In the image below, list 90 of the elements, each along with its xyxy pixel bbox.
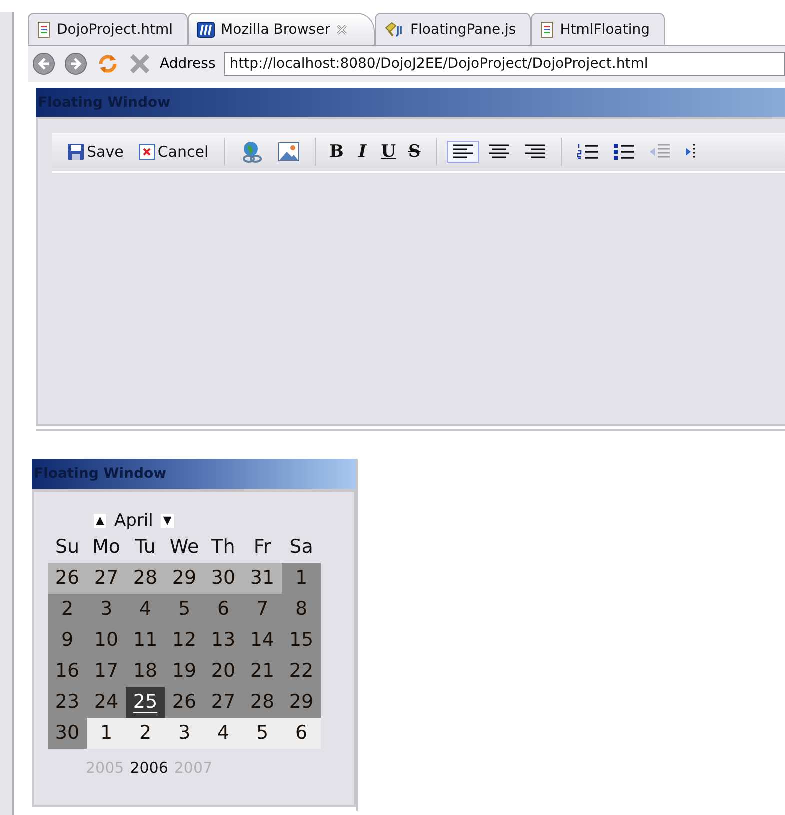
back-button[interactable] xyxy=(32,52,56,76)
calendar-day[interactable]: 1 xyxy=(282,563,321,594)
window-title: Floating Window xyxy=(32,459,356,489)
underline-button[interactable]: U xyxy=(378,139,400,165)
calendar-day[interactable]: 23 xyxy=(48,687,87,718)
calendar-day[interactable]: 12 xyxy=(165,625,204,656)
close-icon xyxy=(336,24,348,36)
weekday-label: Su xyxy=(54,535,81,560)
calendar-day[interactable]: 24 xyxy=(87,687,126,718)
tab-label: HtmlFloating xyxy=(560,22,650,38)
calendar-day[interactable]: 29 xyxy=(165,563,204,594)
tab-label: FloatingPane.js xyxy=(410,22,516,38)
calendar-day[interactable]: 8 xyxy=(282,594,321,625)
image-icon xyxy=(278,142,300,162)
editor-tab[interactable]: HtmlFloating xyxy=(531,13,666,45)
weekday-label: Tu xyxy=(134,535,157,560)
back-icon xyxy=(32,52,56,76)
calendar-day[interactable]: 10 xyxy=(87,625,126,656)
align-left-button[interactable] xyxy=(446,141,479,163)
browser-icon xyxy=(197,22,216,38)
weekday-label: We xyxy=(168,535,200,560)
calendar-day[interactable]: 11 xyxy=(126,625,165,656)
calendar-day[interactable]: 4 xyxy=(204,718,243,749)
calendar-day[interactable]: 15 xyxy=(282,625,321,656)
forward-icon xyxy=(64,52,88,76)
calendar-day[interactable]: 28 xyxy=(126,563,165,594)
window-title: Floating Window xyxy=(36,88,785,117)
calendar-day[interactable]: 18 xyxy=(126,656,165,687)
forward-button[interactable] xyxy=(64,52,88,76)
calendar-day[interactable]: 25 xyxy=(126,687,165,718)
calendar-day[interactable]: 27 xyxy=(87,563,126,594)
align-left-icon xyxy=(452,144,474,160)
calendar-day[interactable]: 29 xyxy=(282,687,321,718)
calendar-day[interactable]: 6 xyxy=(204,594,243,625)
document-icon xyxy=(540,22,554,38)
stop-icon xyxy=(128,52,152,76)
calendar-day[interactable]: 1 xyxy=(87,718,126,749)
weekday-label: Sa xyxy=(288,535,314,560)
save-button[interactable]: Save xyxy=(62,140,129,164)
calendar-day[interactable]: 30 xyxy=(204,563,243,594)
calendar-day[interactable]: 3 xyxy=(165,718,204,749)
calendar-day[interactable]: 7 xyxy=(243,594,282,625)
calendar-day[interactable]: 17 xyxy=(87,656,126,687)
cancel-button[interactable]: Cancel xyxy=(132,140,214,164)
editor-area[interactable]: Save Cancel B I U S xyxy=(36,117,785,426)
calendar-day[interactable]: 28 xyxy=(243,687,282,718)
tab-label: Mozilla Browser xyxy=(221,22,330,38)
year-option[interactable]: 2006 xyxy=(130,759,168,777)
calendar-day[interactable]: 20 xyxy=(204,656,243,687)
weekday-label: Fr xyxy=(252,535,272,560)
address-label: Address xyxy=(160,56,216,72)
calendar-day[interactable]: 6 xyxy=(282,718,321,749)
calendar-day[interactable]: 26 xyxy=(165,687,204,718)
address-field[interactable]: http://localhost:8080/DojoJ2EE/DojoProject/DojoProject.html xyxy=(224,52,785,76)
calendar-day[interactable]: 4 xyxy=(126,594,165,625)
editor-tab[interactable]: DojoProject.html xyxy=(28,13,188,45)
bold-button[interactable]: B xyxy=(326,139,348,165)
next-month-button[interactable]: ▼ xyxy=(161,514,174,528)
calendar-day[interactable]: 30 xyxy=(48,718,87,749)
align-center-icon xyxy=(488,144,510,160)
calendar-day[interactable]: 2 xyxy=(126,718,165,749)
script-icon xyxy=(384,22,404,38)
calendar-day[interactable]: 3 xyxy=(87,594,126,625)
calendar-day[interactable]: 9 xyxy=(48,625,87,656)
calendar-day[interactable]: 16 xyxy=(48,656,87,687)
calendar-day[interactable]: 27 xyxy=(204,687,243,718)
align-right-icon xyxy=(524,144,546,160)
editor-tab[interactable]: FloatingPane.js xyxy=(375,13,532,45)
bullet-list-icon xyxy=(612,143,635,161)
calendar-day[interactable]: 5 xyxy=(165,594,204,625)
calendar-day[interactable]: 22 xyxy=(282,656,321,687)
calendar-day[interactable]: 26 xyxy=(48,563,87,594)
weekday-label: Th xyxy=(210,535,236,560)
calendar-day[interactable]: 13 xyxy=(204,625,243,656)
tab-label: DojoProject.html xyxy=(57,22,174,38)
document-icon xyxy=(37,22,51,38)
calendar-day[interactable]: 19 xyxy=(165,656,204,687)
month-label: April xyxy=(114,511,154,531)
previous-month-button[interactable]: ▲ xyxy=(94,514,106,528)
editor-tab[interactable]: Mozilla Browser xyxy=(188,13,376,45)
weekday-label: Mo xyxy=(91,535,122,560)
strike-button[interactable]: S xyxy=(404,139,426,165)
calendar-day[interactable]: 21 xyxy=(243,656,282,687)
calendar-day[interactable]: 14 xyxy=(243,625,282,656)
italic-button[interactable]: I xyxy=(352,139,374,165)
cancel-icon xyxy=(138,143,156,161)
calendar-day[interactable]: 31 xyxy=(243,563,282,594)
calendar-day[interactable]: 5 xyxy=(243,718,282,749)
numbered-list-icon xyxy=(576,143,599,161)
calendar-day[interactable]: 2 xyxy=(48,594,87,625)
